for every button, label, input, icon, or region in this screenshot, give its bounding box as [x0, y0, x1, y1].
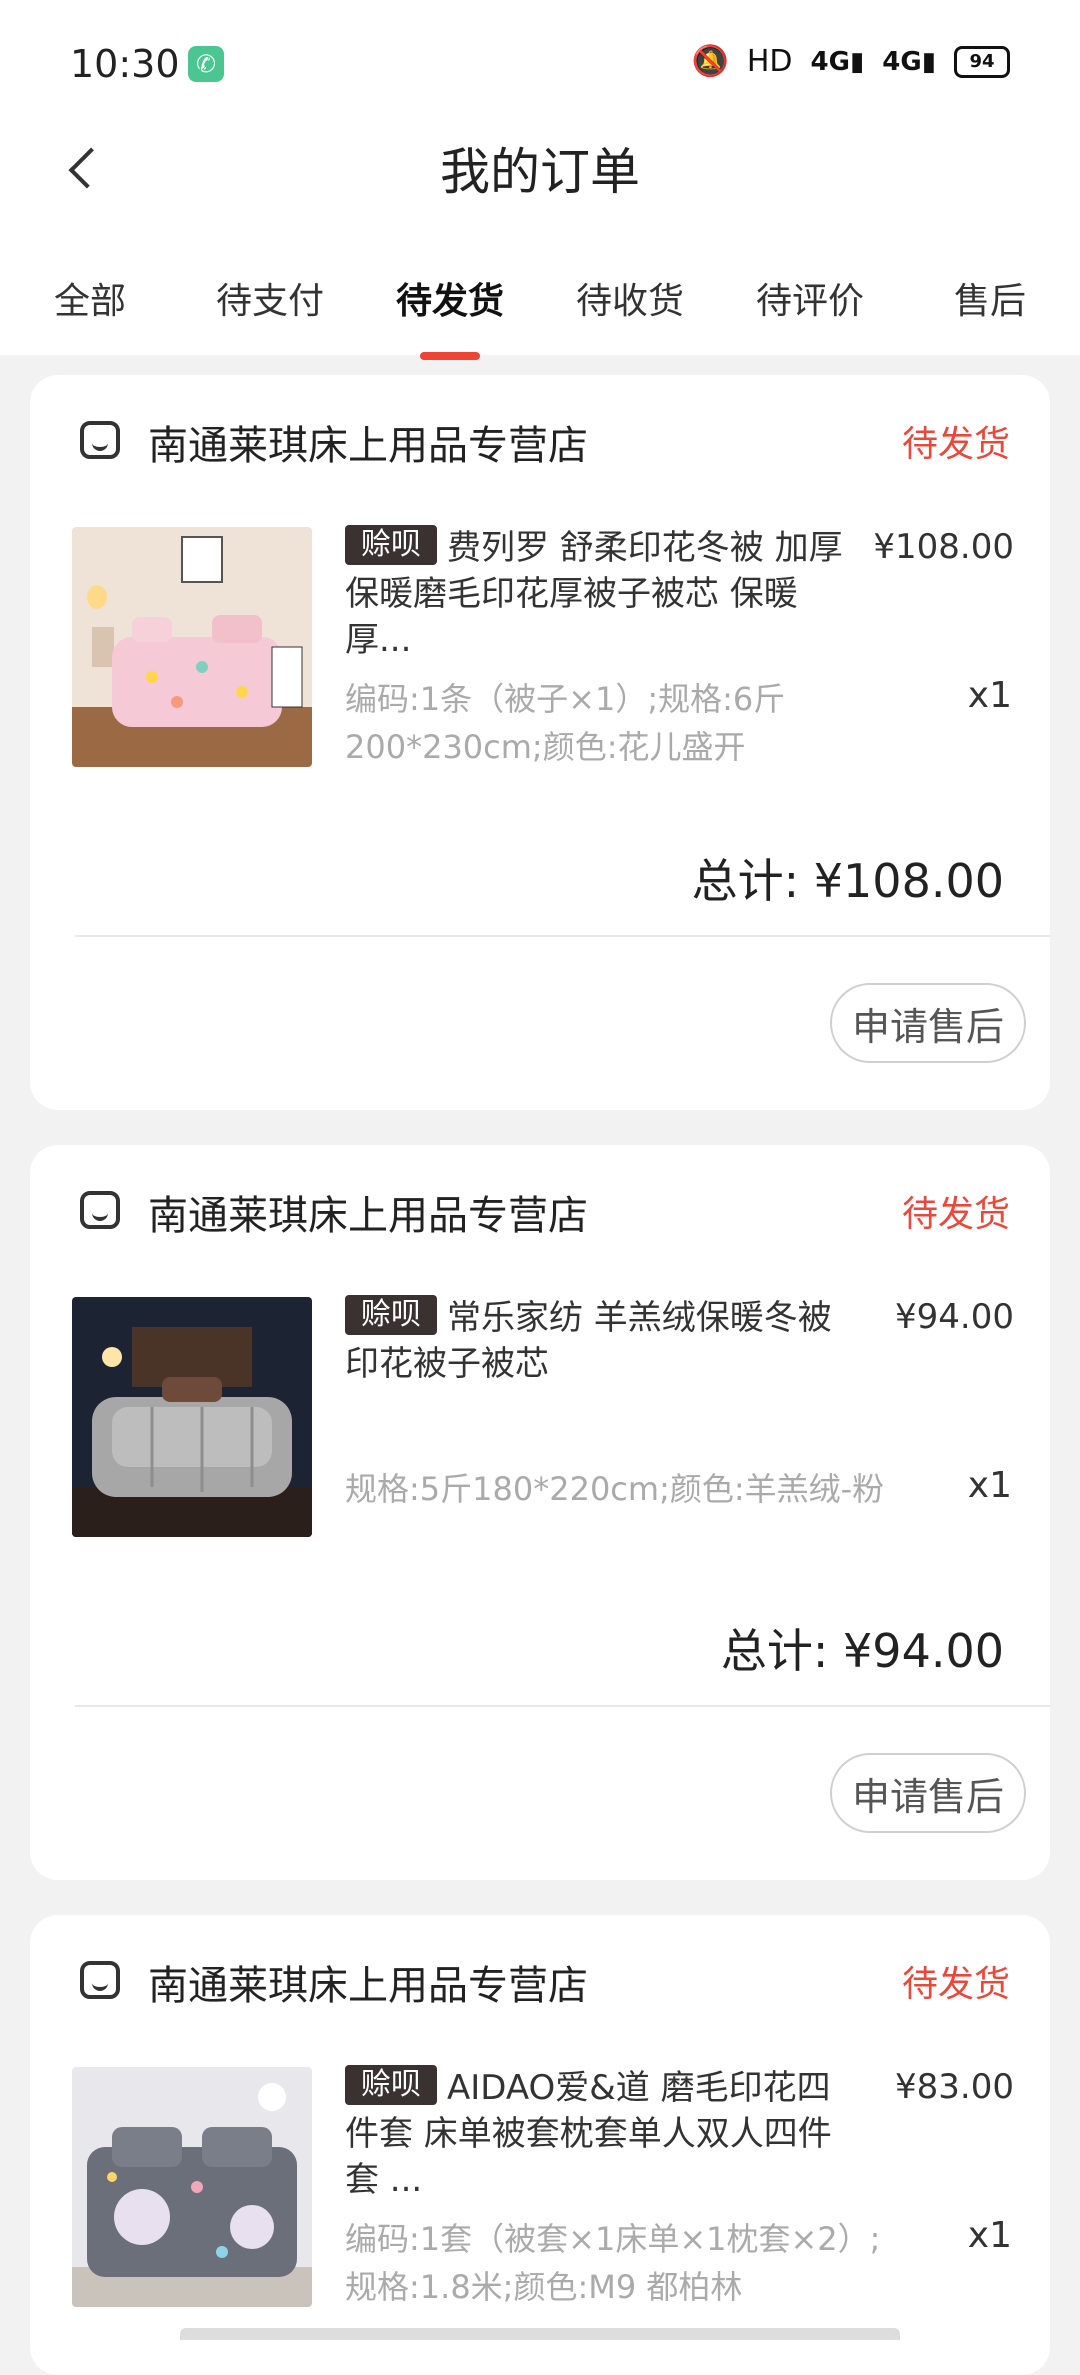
- status-bar: 10:30 ✆ 🔕 HD 4G▮ 4G▮ 94: [0, 0, 1080, 130]
- product-spec: 编码:1套（被套×1床单×1枕套×2）;规格:1.8米;颜色:M9 都柏林: [345, 2220, 881, 2306]
- payment-tag: 赊呗: [345, 1295, 437, 1335]
- vibrate-mute-icon: 🔕: [691, 44, 729, 79]
- order-card[interactable]: 南通莱琪床上用品专营店 待发货 赊呗 费列罗 舒柔印花冬被 加厚保暖磨毛印花厚被子…: [30, 375, 1050, 1110]
- product-quantity: x1: [967, 1465, 1012, 1506]
- store-row[interactable]: 南通莱琪床上用品专营店 待发货: [80, 1953, 1010, 2013]
- order-status: 待发货: [901, 1964, 1010, 2005]
- active-tab-indicator: [420, 352, 480, 360]
- store-name: 南通莱琪床上用品专营店: [148, 1193, 588, 1239]
- system-icons: 🔕 HD 4G▮ 4G▮ 94: [691, 44, 1010, 79]
- page-title: 我的订单: [440, 143, 640, 201]
- product-quantity: x1: [967, 2215, 1012, 2256]
- signal-4g-icon-2: 4G▮: [882, 46, 936, 77]
- nav-bar: 我的订单: [0, 130, 1080, 240]
- order-total: 总计: ¥108.00: [691, 854, 1004, 908]
- store-icon: [80, 1191, 120, 1229]
- apply-after-sale-button[interactable]: 申请售后: [830, 983, 1026, 1063]
- product-title-block[interactable]: 赊呗 AIDAO爱&道 磨毛印花四件套 床单被套枕套单人双人四件套 ...: [345, 2065, 855, 2203]
- product-image[interactable]: [72, 527, 312, 767]
- bottom-toolbar-edge: [180, 2328, 900, 2340]
- product-quantity: x1: [967, 675, 1012, 716]
- hd-label: HD: [746, 44, 793, 79]
- product-title-block[interactable]: 赊呗 常乐家纺 羊羔绒保暖冬被印花被子被芯: [345, 1295, 855, 1387]
- order-card[interactable]: 南通莱琪床上用品专营店 待发货 赊呗 常乐家纺 羊羔绒保暖冬被印花被子被芯 ¥94…: [30, 1145, 1050, 1880]
- tab-pending-payment[interactable]: 待支付: [180, 272, 360, 324]
- status-time: 10:30: [70, 42, 180, 86]
- store-icon: [80, 1961, 120, 1999]
- order-status: 待发货: [901, 1194, 1010, 1235]
- product-spec: 编码:1条（被子×1）;规格:6斤200*230cm;颜色:花儿盛开: [345, 680, 786, 766]
- order-card[interactable]: 南通莱琪床上用品专营店 待发货 赊呗 AIDAO爱&道 磨毛印花四件套 床单被套枕…: [30, 1915, 1050, 2375]
- apply-after-sale-button[interactable]: 申请售后: [830, 1753, 1026, 1833]
- store-row[interactable]: 南通莱琪床上用品专营店 待发货: [80, 1183, 1010, 1243]
- store-row[interactable]: 南通莱琪床上用品专营店 待发货: [80, 413, 1010, 473]
- tab-after-sale[interactable]: 售后: [900, 272, 1080, 324]
- tab-pending-receipt[interactable]: 待收货: [540, 272, 720, 324]
- store-name: 南通莱琪床上用品专营店: [148, 1963, 588, 2009]
- order-status: 待发货: [901, 424, 1010, 465]
- phone-call-icon: ✆: [188, 46, 224, 82]
- payment-tag: 赊呗: [345, 525, 437, 565]
- store-name: 南通莱琪床上用品专营店: [148, 423, 588, 469]
- product-image[interactable]: [72, 2067, 312, 2307]
- store-icon: [80, 421, 120, 459]
- tab-all[interactable]: 全部: [0, 272, 180, 324]
- order-tabs: 全部 待支付 待发货 待收货 待评价 售后: [0, 240, 1080, 360]
- product-price: ¥83.00: [895, 2067, 1014, 2107]
- product-title-block[interactable]: 赊呗 费列罗 舒柔印花冬被 加厚保暖磨毛印花厚被子被芯 保暖厚...: [345, 525, 855, 663]
- order-total: 总计: ¥94.00: [720, 1624, 1004, 1678]
- battery-icon: 94: [954, 45, 1010, 78]
- tab-pending-shipment[interactable]: 待发货: [360, 272, 540, 324]
- divider: [75, 1705, 1050, 1707]
- product-price: ¥94.00: [895, 1297, 1014, 1337]
- signal-4g-icon: 4G▮: [810, 46, 865, 77]
- product-image[interactable]: [72, 1297, 312, 1537]
- payment-tag: 赊呗: [345, 2065, 437, 2105]
- product-price: ¥108.00: [873, 527, 1014, 567]
- divider: [75, 935, 1050, 937]
- product-spec: 规格:5斤180*220cm;颜色:羊羔绒-粉: [345, 1470, 885, 1508]
- tab-pending-review[interactable]: 待评价: [720, 272, 900, 324]
